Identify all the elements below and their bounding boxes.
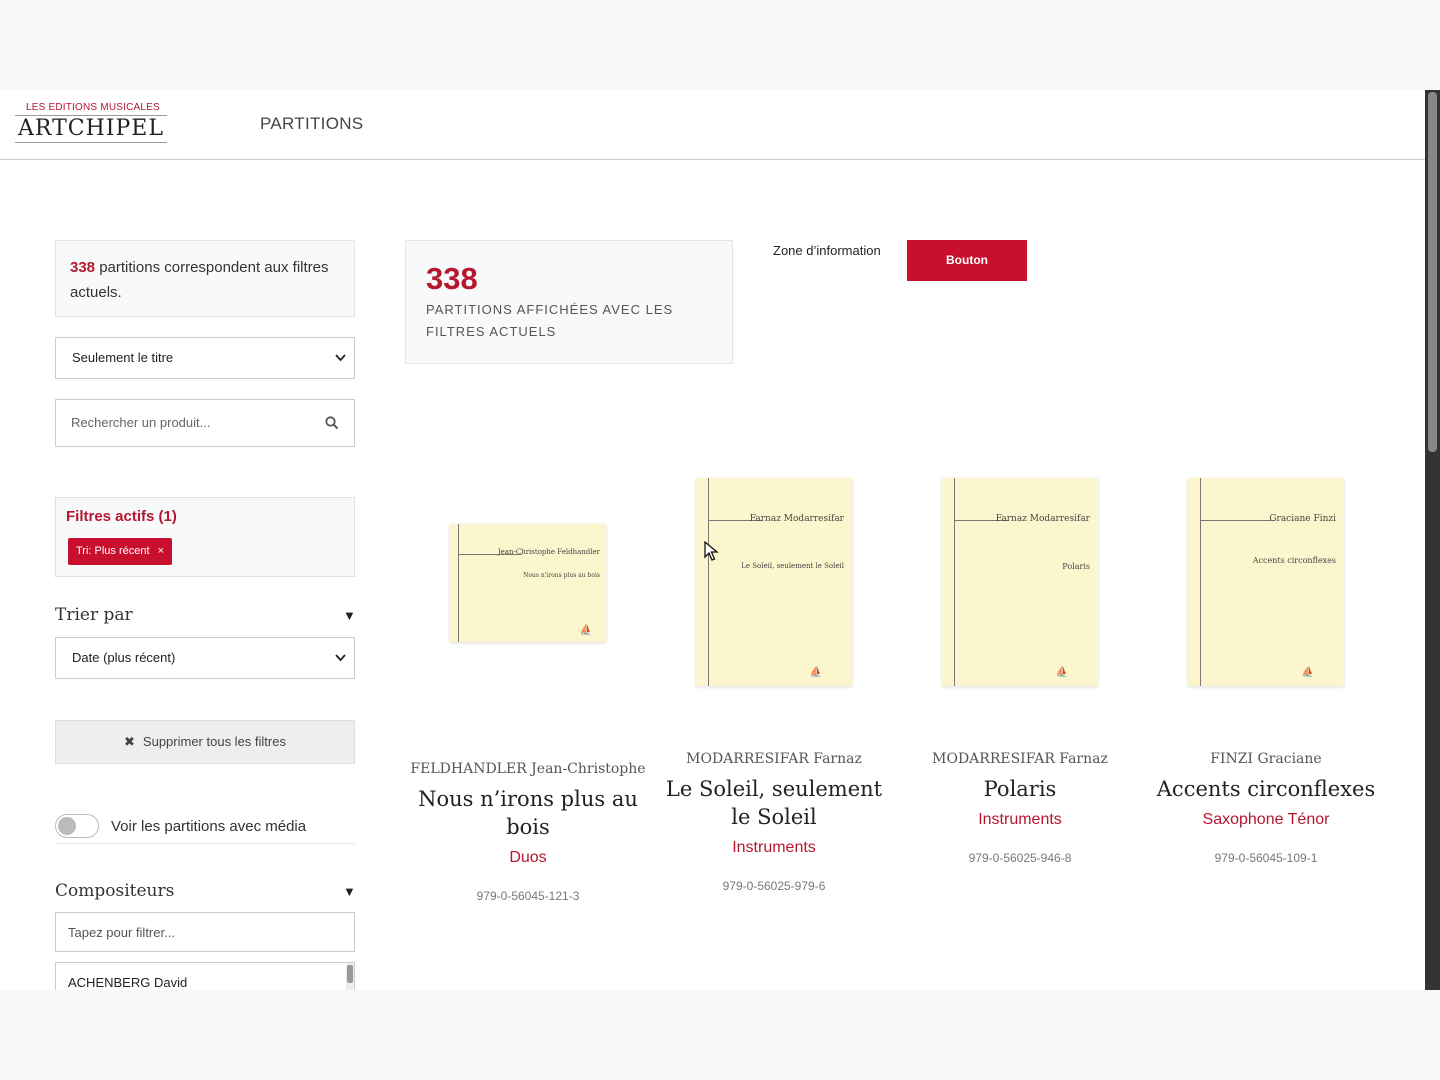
list-item[interactable]: ACHENBERG David bbox=[68, 975, 187, 990]
results-count-number: 338 bbox=[70, 259, 96, 276]
search-scope-select[interactable]: Seulement le titre bbox=[55, 337, 355, 379]
results-stat-box: 338 PARTITIONS AFFICHÉES AVEC LES FILTRE… bbox=[405, 240, 733, 364]
sort-collapse-icon[interactable]: ▼ bbox=[343, 608, 356, 623]
product-search-input[interactable]: Rechercher un produit... bbox=[55, 399, 355, 447]
sort-select[interactable]: Date (plus récent) bbox=[55, 637, 355, 679]
product-title[interactable]: Nous n’irons plus au bois bbox=[405, 785, 651, 841]
info-button[interactable]: Bouton bbox=[907, 240, 1027, 281]
cover-line bbox=[954, 478, 955, 686]
sort-section-title: Trier par bbox=[55, 605, 133, 625]
cover-line bbox=[1200, 520, 1274, 521]
product-card[interactable]: Farnaz Modarresifar Polaris ⛵ MODARRESIF… bbox=[897, 478, 1143, 865]
ship-logo-icon: ⛵ bbox=[579, 625, 592, 636]
cover-title: Polaris bbox=[1062, 562, 1090, 571]
active-filters-title: Filtres actifs (1) bbox=[66, 508, 177, 525]
product-card[interactable]: Farnaz Modarresifar Le Soleil, seulement… bbox=[651, 478, 897, 893]
composers-filter-input[interactable]: Tapez pour filtrer... bbox=[55, 912, 355, 952]
cover-author: Graciane Finzi bbox=[1269, 514, 1336, 524]
product-cover-wrap: Graciane Finzi Accents circonflexes ⛵ bbox=[1143, 478, 1389, 688]
search-icon[interactable] bbox=[325, 416, 339, 430]
clear-filters-button[interactable]: ✖ Supprimer tous les filtres bbox=[55, 720, 355, 764]
chevron-down-icon bbox=[335, 338, 346, 394]
active-filter-label: Tri: Plus récent bbox=[76, 545, 150, 557]
product-cover-wrap: Farnaz Modarresifar Polaris ⛵ bbox=[897, 478, 1143, 688]
product-composer: FELDHANDLER Jean-Christophe bbox=[410, 761, 646, 777]
page-viewport: LES EDITIONS MUSICALES ARTCHIPEL PARTITI… bbox=[0, 90, 1425, 990]
cover-title: Nous n'irons plus au bois bbox=[523, 572, 600, 579]
product-cover-image[interactable]: Graciane Finzi Accents circonflexes ⛵ bbox=[1188, 478, 1344, 686]
cover-line bbox=[1200, 478, 1201, 686]
cover-author: Jean-Christophe Feldhandler bbox=[497, 548, 600, 556]
product-card[interactable]: Graciane Finzi Accents circonflexes ⛵ FI… bbox=[1143, 478, 1389, 865]
composers-collapse-icon[interactable]: ▼ bbox=[343, 884, 356, 899]
cover-title: Le Soleil, seulement le Soleil bbox=[741, 562, 844, 570]
cover-author: Farnaz Modarresifar bbox=[749, 514, 844, 524]
product-isbn: 979-0-56045-109-1 bbox=[1214, 851, 1318, 865]
close-icon[interactable]: × bbox=[158, 545, 164, 557]
bottom-blank-band bbox=[0, 990, 1440, 1080]
product-cover-image[interactable]: Jean-Christophe Feldhandler Nous n'irons… bbox=[450, 524, 606, 642]
media-toggle-row: Voir les partitions avec média bbox=[55, 812, 355, 844]
mouse-cursor-icon bbox=[704, 540, 720, 566]
cover-title: Accents circonflexes bbox=[1252, 556, 1336, 565]
cover-author: Farnaz Modarresifar bbox=[995, 514, 1090, 524]
product-category[interactable]: Duos bbox=[405, 849, 651, 867]
product-isbn: 979-0-56025-979-6 bbox=[722, 879, 826, 893]
composers-section-title: Compositeurs bbox=[55, 881, 175, 901]
product-card[interactable]: Jean-Christophe Feldhandler Nous n'irons… bbox=[405, 478, 651, 903]
product-cover-wrap: Farnaz Modarresifar Le Soleil, seulement… bbox=[651, 478, 897, 688]
chevron-down-icon bbox=[335, 638, 346, 694]
composers-list[interactable]: ACHENBERG David bbox=[55, 962, 355, 990]
stat-label: PARTITIONS AFFICHÉES AVEC LES FILTRES AC… bbox=[426, 302, 674, 339]
page-scrollbar[interactable] bbox=[1425, 90, 1440, 990]
product-cover-wrap: Jean-Christophe Feldhandler Nous n'irons… bbox=[405, 478, 651, 688]
cover-line bbox=[458, 524, 459, 642]
ship-logo-icon: ⛵ bbox=[809, 667, 822, 678]
active-filter-chip[interactable]: Tri: Plus récent × bbox=[68, 538, 172, 565]
product-composer: MODARRESIFAR Farnaz bbox=[686, 751, 862, 767]
product-cover-image[interactable]: Farnaz Modarresifar Polaris ⛵ bbox=[942, 478, 1098, 686]
results-count-box: 338 partitions correspondent aux filtres… bbox=[55, 240, 355, 317]
search-scope-value: Seulement le titre bbox=[72, 350, 174, 365]
media-toggle-label: Voir les partitions avec média bbox=[111, 818, 307, 835]
product-category[interactable]: Saxophone Ténor bbox=[1143, 811, 1389, 829]
site-header: LES EDITIONS MUSICALES ARTCHIPEL PARTITI… bbox=[0, 90, 1425, 160]
logo-name: ARTCHIPEL bbox=[18, 116, 164, 141]
ship-logo-icon: ⛵ bbox=[1055, 667, 1068, 678]
cover-line bbox=[708, 478, 709, 686]
product-composer: FINZI Graciane bbox=[1210, 751, 1322, 767]
ship-logo-icon: ⛵ bbox=[1301, 667, 1314, 678]
logo-divider-bottom bbox=[15, 142, 167, 143]
site-logo[interactable]: LES EDITIONS MUSICALES ARTCHIPEL bbox=[15, 102, 167, 143]
info-zone-text: Zone d’information bbox=[773, 243, 881, 258]
product-title[interactable]: Le Soleil, seulement le Soleil bbox=[651, 775, 897, 831]
search-placeholder: Rechercher un produit... bbox=[71, 415, 211, 430]
top-blank-band bbox=[0, 0, 1440, 90]
clear-filters-label: Supprimer tous les filtres bbox=[142, 734, 286, 749]
product-isbn: 979-0-56045-121-3 bbox=[476, 889, 580, 903]
product-title[interactable]: Polaris bbox=[897, 775, 1143, 803]
nav-link-partitions[interactable]: PARTITIONS bbox=[260, 114, 363, 134]
page-scrollbar-thumb[interactable] bbox=[1428, 92, 1437, 452]
sort-value: Date (plus récent) bbox=[72, 650, 176, 665]
product-cover-image[interactable]: Farnaz Modarresifar Le Soleil, seulement… bbox=[696, 478, 852, 686]
product-isbn: 979-0-56025-946-8 bbox=[968, 851, 1072, 865]
logo-subtitle: LES EDITIONS MUSICALES bbox=[26, 102, 160, 113]
toggle-knob bbox=[58, 817, 76, 835]
product-category[interactable]: Instruments bbox=[651, 839, 897, 857]
media-toggle-switch[interactable] bbox=[55, 814, 99, 838]
composers-filter-placeholder: Tapez pour filtrer... bbox=[68, 925, 175, 940]
product-title[interactable]: Accents circonflexes bbox=[1143, 775, 1389, 803]
product-composer: MODARRESIFAR Farnaz bbox=[932, 751, 1108, 767]
active-filters-panel: Filtres actifs (1) Tri: Plus récent × bbox=[55, 497, 355, 577]
close-icon: ✖ bbox=[124, 734, 135, 749]
list-scrollbar[interactable] bbox=[346, 963, 354, 990]
list-scrollbar-thumb[interactable] bbox=[347, 965, 353, 983]
product-category[interactable]: Instruments bbox=[897, 811, 1143, 829]
results-count-text: partitions correspondent aux filtres act… bbox=[70, 259, 329, 301]
stat-number: 338 bbox=[426, 261, 478, 296]
